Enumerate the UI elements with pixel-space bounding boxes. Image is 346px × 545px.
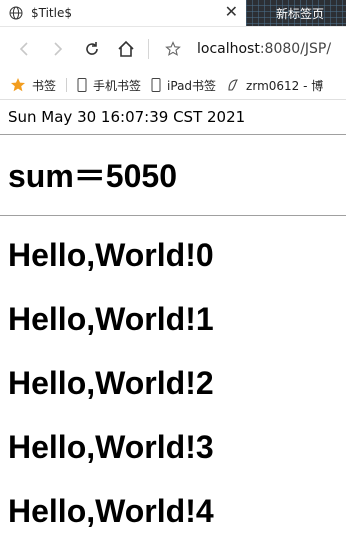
hello-list: Hello,World!0 Hello,World!1 Hello,World!… [0,236,346,530]
bookmark-item-bookmarks[interactable]: 书签 [10,77,56,94]
divider [0,215,346,216]
back-arrow-icon [19,42,28,56]
hello-heading: Hello,World!4 [8,493,214,529]
navigation-toolbar: localhost:8080/JSP/ [0,27,346,71]
home-icon [118,40,134,57]
bookmark-label: 书签 [32,78,57,93]
tablet-icon [151,78,161,92]
toolbar-divider [148,39,149,59]
close-tab-icon[interactable]: ✕ [225,4,238,20]
back-button[interactable] [14,39,34,59]
tab-bar: $Title$ ✕ 新标签页 [0,0,346,27]
active-tab[interactable]: $Title$ ✕ [0,0,246,26]
bookmark-divider [66,78,68,92]
hello-heading: Hello,World!1 [8,301,214,337]
home-button[interactable] [116,39,136,59]
new-tab[interactable]: 新标签页 [246,0,346,26]
bookmark-label: 手机书签 [93,78,142,93]
address-bar[interactable]: localhost:8080/JSP/ [197,41,331,57]
hello-heading: Hello,World!0 [8,237,214,273]
star-icon [11,78,25,92]
site-icon [228,79,239,91]
url-path: :8080/JSP/ [259,41,332,57]
globe-icon [9,6,23,20]
forward-button[interactable] [48,39,68,59]
reload-icon [86,42,98,55]
hello-heading: Hello,World!3 [8,429,214,465]
bookmarks-bar: 书签 手机书签 iPad书签 zrm0612 - 博 [0,71,346,100]
reload-button[interactable] [82,39,102,59]
sum-heading: sum＝5050 [8,158,177,194]
bookmark-item-site[interactable]: zrm0612 - 博 [226,77,323,94]
bookmark-item-ipad[interactable]: iPad书签 [151,77,216,94]
bookmark-label: zrm0612 - 博 [246,78,324,93]
divider [0,134,346,135]
bookmark-label: iPad书签 [167,78,217,93]
page-content: Sun May 30 16:07:39 CST 2021 sum＝5050 He… [0,108,346,530]
forward-arrow-icon [54,42,63,56]
favorite-button[interactable] [163,39,183,59]
bookmark-item-mobile[interactable]: 手机书签 [77,77,141,94]
tab-title: $Title$ [31,6,72,20]
url-host: localhost [197,41,260,57]
hello-heading: Hello,World!2 [8,365,214,401]
phone-icon [77,78,87,92]
star-outline-icon [165,41,181,56]
date-text: Sun May 30 16:07:39 CST 2021 [8,108,246,126]
new-tab-label: 新标签页 [276,7,325,21]
